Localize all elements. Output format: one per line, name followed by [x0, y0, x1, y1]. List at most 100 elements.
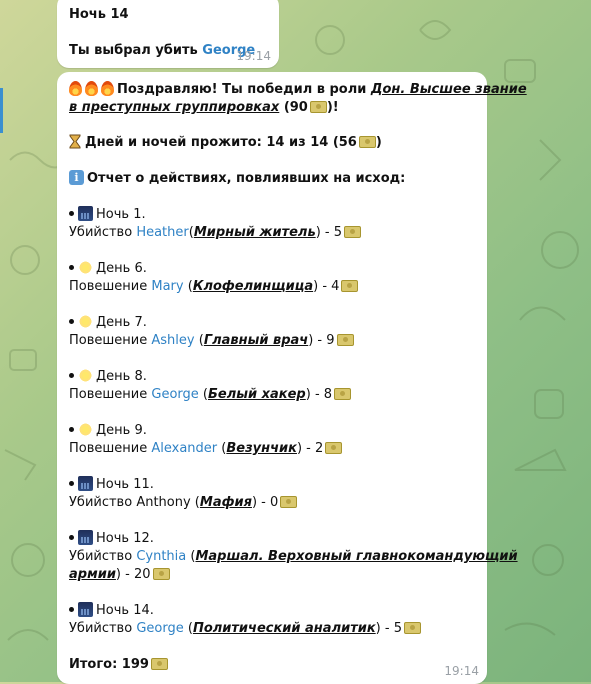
- action-text: Повешение: [69, 441, 152, 456]
- result-header-line-2: в преступных группировках (90)!: [69, 99, 339, 117]
- money-icon: [150, 657, 168, 670]
- win-text: Поздравляю! Ты победил в роли: [117, 82, 371, 97]
- points-text: - 5: [320, 225, 342, 240]
- total-text: Итого: 199: [69, 657, 149, 672]
- money-icon: [334, 387, 352, 400]
- event-phase: Ночь 12.: [69, 530, 154, 548]
- role-link[interactable]: Дон. Высшее звание: [371, 82, 527, 97]
- username-link[interactable]: Alexander: [151, 441, 217, 456]
- score-text: (90: [279, 100, 308, 115]
- event-detail: Убийство Cynthia (Маршал. Верховный глав…: [69, 549, 518, 564]
- sun-icon: [78, 422, 93, 437]
- phase-label: Ночь 12.: [96, 531, 154, 546]
- event-detail: Убийство Anthony (Мафия) - 0: [69, 494, 298, 512]
- phase-label: Ночь 11.: [96, 477, 154, 492]
- action-text: Повешение: [69, 279, 152, 294]
- points-text: - 8: [310, 387, 333, 402]
- money-icon: [341, 279, 359, 292]
- money-icon: [325, 441, 343, 454]
- event-phase: День 6.: [69, 260, 147, 278]
- username-link[interactable]: Mary: [151, 279, 183, 294]
- money-icon: [358, 135, 376, 148]
- money-icon: [403, 621, 421, 634]
- points-text: - 5: [380, 621, 402, 636]
- night-city-icon: [78, 530, 93, 545]
- phase-label: День 9.: [96, 423, 147, 438]
- role-link[interactable]: Политический аналитик: [193, 621, 376, 636]
- role-link[interactable]: Мафия: [200, 495, 252, 510]
- night-city-icon: [78, 206, 93, 221]
- sun-icon: [78, 260, 93, 275]
- username-link[interactable]: Heather: [136, 225, 188, 240]
- phase-label: Ночь 1.: [96, 207, 146, 222]
- days-text: Дней и ночей прожито: 14 из 14 (56: [85, 135, 357, 150]
- username-link[interactable]: Ashley: [151, 333, 194, 348]
- event-phase: Ночь 1.: [69, 206, 146, 224]
- night-city-icon: [78, 476, 93, 491]
- total-line: Итого: 199: [69, 656, 168, 674]
- score-end-text: )!: [326, 100, 339, 115]
- event-detail: Повешение Ashley (Главный врач) - 9: [69, 332, 354, 350]
- message-bubble-1[interactable]: Ночь 14 Ты выбрал убить George 19:14: [57, 0, 279, 68]
- money-icon: [309, 100, 327, 113]
- fire-icon: [69, 81, 82, 96]
- points-text: - 2: [302, 441, 324, 456]
- night-city-icon: [78, 602, 93, 617]
- bullet-icon: [69, 265, 74, 270]
- points-text: - 0: [257, 495, 279, 510]
- money-icon: [344, 225, 361, 238]
- points-text: - 20: [121, 567, 151, 582]
- role-link[interactable]: Главный врач: [204, 333, 308, 348]
- bullet-icon: [69, 211, 74, 216]
- info-icon: i: [69, 170, 84, 185]
- role-link[interactable]: Мирный житель: [194, 225, 316, 240]
- money-icon: [280, 495, 298, 508]
- fire-icon: [101, 81, 114, 96]
- message-bubble-2[interactable]: Поздравляю! Ты победил в роли Дон. Высше…: [57, 72, 527, 684]
- event-phase: Ночь 14.: [69, 602, 154, 620]
- event-phase: День 7.: [69, 314, 147, 332]
- points-text: - 9: [313, 333, 335, 348]
- event-detail: Повешение George (Белый хакер) - 8: [69, 386, 352, 404]
- role-link[interactable]: Везунчик: [226, 441, 297, 456]
- role-link[interactable]: в преступных группировках: [69, 100, 279, 115]
- message-line: Ты выбрал убить George: [69, 42, 255, 60]
- days-end-text: ): [375, 135, 382, 150]
- bullet-icon: [69, 427, 74, 432]
- kill-choice-text: Ты выбрал убить: [69, 43, 203, 58]
- hourglass-icon: [69, 134, 81, 149]
- username-link[interactable]: George: [151, 387, 198, 402]
- days-line: Дней и ночей прожито: 14 из 14 (56): [69, 134, 382, 152]
- bullet-icon: [69, 535, 74, 540]
- event-phase: День 8.: [69, 368, 147, 386]
- night-title: Ночь 14: [69, 7, 129, 22]
- role-link[interactable]: Клофелинщица: [193, 279, 313, 294]
- action-text: Убийство: [69, 225, 137, 240]
- action-text: Убийство: [69, 495, 137, 510]
- phase-label: День 7.: [96, 315, 147, 330]
- sun-icon: [78, 368, 93, 383]
- action-text: Убийство: [69, 549, 137, 564]
- event-phase: Ночь 11.: [69, 476, 154, 494]
- phase-label: День 8.: [96, 369, 147, 384]
- event-detail: Повешение Mary (Клофелинщица) - 4: [69, 278, 359, 296]
- role-link[interactable]: армии: [69, 567, 116, 582]
- bullet-icon: [69, 607, 74, 612]
- event-detail: Убийство Heather(Мирный житель) - 5: [69, 224, 361, 242]
- event-detail: Убийство George (Политический аналитик) …: [69, 620, 421, 638]
- action-text: Повешение: [69, 333, 152, 348]
- role-link[interactable]: Маршал. Верховный главнокомандующий: [195, 549, 517, 564]
- phase-label: День 6.: [96, 261, 147, 276]
- role-link[interactable]: Белый хакер: [208, 387, 306, 402]
- sun-icon: [78, 314, 93, 329]
- left-accent-strip: [0, 88, 3, 133]
- username-link[interactable]: George: [136, 621, 183, 636]
- username-link[interactable]: Cynthia: [136, 549, 186, 564]
- action-text: Повешение: [69, 387, 152, 402]
- points-text: - 4: [318, 279, 340, 294]
- username-text: Anthony: [136, 495, 191, 510]
- message-timestamp: 19:14: [236, 49, 271, 63]
- money-icon: [336, 333, 354, 346]
- bullet-icon: [69, 319, 74, 324]
- money-icon: [152, 567, 170, 580]
